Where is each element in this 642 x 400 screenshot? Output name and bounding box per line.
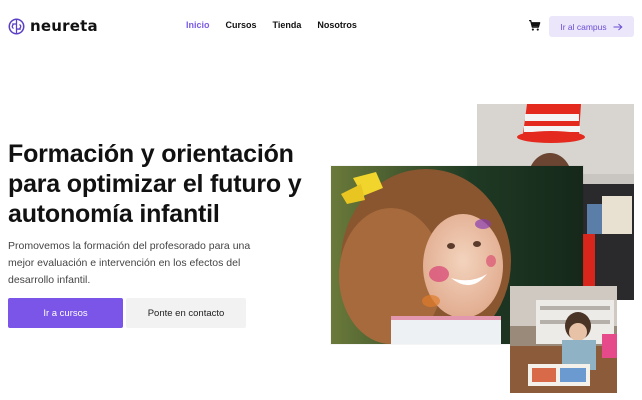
brand-logo[interactable]: neureta xyxy=(8,17,98,35)
nav-item-inicio[interactable]: Inicio xyxy=(186,20,210,30)
main-nav: Inicio Cursos Tienda Nosotros xyxy=(186,20,357,30)
brain-logo-icon xyxy=(8,18,25,34)
nav-item-nosotros[interactable]: Nosotros xyxy=(317,20,357,30)
campus-button-label: Ir al campus xyxy=(560,21,607,32)
site-header: neureta Inicio Cursos Tienda Nosotros Ir… xyxy=(0,0,642,52)
arrow-right-icon xyxy=(613,23,623,30)
hero-description: Promovemos la formación del profesorado … xyxy=(8,240,251,286)
nav-item-tienda[interactable]: Tienda xyxy=(273,20,302,30)
courses-button[interactable]: Ir a cursos xyxy=(8,298,123,328)
hero-title: Formación y orientación para optimizar e… xyxy=(8,140,302,228)
child-reading-book-photo xyxy=(510,286,617,393)
brand-name: neureta xyxy=(30,17,98,35)
nav-item-cursos[interactable]: Cursos xyxy=(226,20,257,30)
shopping-cart-icon[interactable] xyxy=(528,19,541,32)
contact-button[interactable]: Ponte en contacto xyxy=(126,298,246,328)
campus-button[interactable]: Ir al campus xyxy=(549,16,634,37)
